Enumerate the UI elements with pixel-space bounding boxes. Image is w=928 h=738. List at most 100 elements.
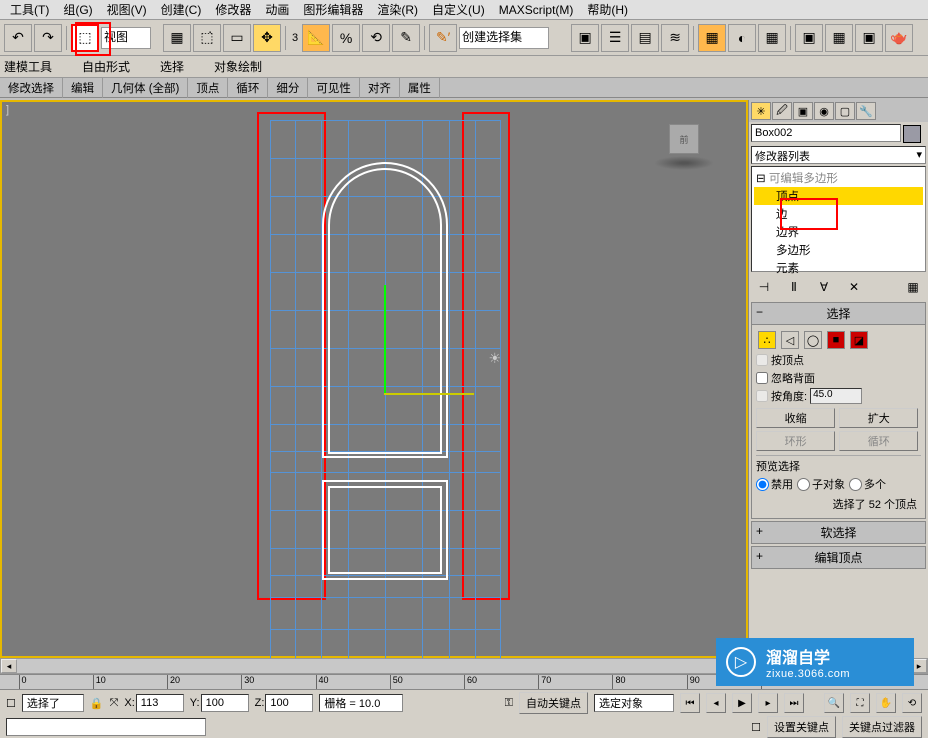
motion-tab-icon[interactable]: ◉ (814, 102, 834, 120)
object-color-swatch[interactable] (903, 125, 921, 143)
keymode-dropdown[interactable]: 选定对象 (594, 694, 674, 712)
tab-vertices[interactable]: 顶点 (188, 78, 228, 98)
rollout-edit-vertices[interactable]: 编辑顶点 (751, 546, 926, 569)
ribbon-object-paint[interactable]: 对象绘制 (214, 58, 262, 75)
scroll-left-icon[interactable]: ◂ (1, 659, 17, 673)
object-name-field[interactable] (751, 124, 901, 142)
menu-group[interactable]: 组(G) (57, 0, 98, 19)
angle-spinner[interactable]: 45.0 (810, 388, 862, 404)
utilities-tab-icon[interactable]: 🔧 (856, 102, 876, 120)
configure-mod-icon[interactable]: ▦ (904, 278, 922, 296)
modify-tab-icon[interactable]: 🖉 (772, 102, 792, 120)
element-icon[interactable]: ◪ (850, 331, 868, 349)
tab-edit[interactable]: 编辑 (63, 78, 103, 98)
prev-frame-icon[interactable]: ◂ (706, 693, 726, 713)
set-key-button[interactable]: 设置关键点 (767, 716, 836, 738)
select-move-button[interactable]: ✥ (253, 24, 281, 52)
pin-stack-icon[interactable]: ⊣ (755, 278, 773, 296)
menu-help[interactable]: 帮助(H) (581, 0, 634, 19)
rollout-selection-header[interactable]: 选择 (752, 303, 925, 325)
goto-end-icon[interactable]: ⏭ (784, 693, 804, 713)
schematic-view-button[interactable]: ▦ (698, 24, 726, 52)
x-coord-field[interactable]: 113 (136, 694, 184, 712)
z-coord-field[interactable]: 100 (265, 694, 313, 712)
modifier-list-dropdown[interactable]: 修改器列表▾ (751, 146, 926, 164)
goto-start-icon[interactable]: ⏮ (680, 693, 700, 713)
menu-rendering[interactable]: 渲染(R) (371, 0, 424, 19)
shrink-button[interactable]: 收缩 (756, 408, 835, 428)
select-name-button[interactable]: ▦ (163, 24, 191, 52)
grow-button[interactable]: 扩大 (839, 408, 918, 428)
auto-key-button[interactable]: 自动关键点 (519, 692, 588, 714)
preview-multi-radio[interactable] (849, 478, 862, 491)
menu-modifiers[interactable]: 修改器 (209, 0, 257, 19)
display-tab-icon[interactable]: ▢ (835, 102, 855, 120)
layers-button[interactable]: ☰ (601, 24, 629, 52)
menu-view[interactable]: 视图(V) (101, 0, 153, 19)
tab-align[interactable]: 对齐 (360, 78, 400, 98)
edit-named-sel-button[interactable]: ✎ (392, 24, 420, 52)
y-coord-field[interactable]: 100 (201, 694, 249, 712)
undo-button[interactable]: ↶ (4, 24, 32, 52)
preview-subobj-radio[interactable] (797, 478, 810, 491)
gizmo-y-axis[interactable] (384, 285, 386, 395)
orbit-icon[interactable]: ⟲ (902, 693, 922, 713)
spinner-snap-button[interactable]: ⟲ (362, 24, 390, 52)
xform-icon[interactable]: ⤧ (110, 697, 119, 710)
tab-subdivision[interactable]: 细分 (268, 78, 308, 98)
key-filters-button[interactable]: 关键点过滤器 (842, 716, 922, 738)
edge-icon[interactable]: ◁ (781, 331, 799, 349)
menu-graph-editors[interactable]: 图形编辑器 (297, 0, 369, 19)
teapot-button[interactable]: 🫖 (885, 24, 913, 52)
polygon-icon[interactable]: ■ (827, 331, 845, 349)
gizmo-x-axis[interactable] (384, 393, 474, 395)
pan-icon[interactable]: ✋ (876, 693, 896, 713)
lock-icon[interactable]: 🔒 (90, 697, 104, 710)
modifier-stack[interactable]: ⊟ 可编辑多边形 顶点 边 边界 多边形 元素 (751, 166, 926, 272)
tab-loops[interactable]: 循环 (228, 78, 268, 98)
render-setup-button[interactable]: ▦ (758, 24, 786, 52)
vertex-icon[interactable]: ∴ (758, 331, 776, 349)
make-unique-icon[interactable]: ∀ (815, 278, 833, 296)
render-preset-button[interactable]: ▣ (855, 24, 883, 52)
next-frame-icon[interactable]: ▸ (758, 693, 778, 713)
ignore-backfacing-checkbox[interactable] (756, 372, 768, 384)
named-sel-dropdown[interactable]: 创建选择集 (459, 27, 549, 49)
angle-snap-button[interactable]: 📐 (302, 24, 330, 52)
key-icon[interactable]: ⚿ (505, 697, 513, 710)
window-crossing-button[interactable]: ▭ (223, 24, 251, 52)
play-icon[interactable]: ▶ (732, 693, 752, 713)
select-region-button[interactable]: ⬚̇ (193, 24, 221, 52)
ribbon-selection[interactable]: 选择 (160, 58, 184, 75)
show-end-result-icon[interactable]: Ⅱ (785, 278, 803, 296)
viewcube-front-face[interactable]: 前 (669, 124, 699, 154)
ribbon-freeform[interactable]: 自由形式 (82, 58, 130, 75)
viewcube[interactable]: 前 (662, 120, 706, 164)
tab-properties[interactable]: 属性 (400, 78, 440, 98)
tab-modify-selection[interactable]: 修改选择 (0, 78, 63, 98)
mirror-button[interactable]: ✎′ (429, 24, 457, 52)
tab-geometry-all[interactable]: 几何体 (全部) (103, 78, 188, 98)
border-icon[interactable]: ◯ (804, 331, 822, 349)
menu-create[interactable]: 创建(C) (155, 0, 208, 19)
zoom-all-icon[interactable]: ⛶ (850, 693, 870, 713)
redo-button[interactable]: ↷ (34, 24, 62, 52)
preview-disable-radio[interactable] (756, 478, 769, 491)
align-button[interactable]: ▣ (571, 24, 599, 52)
remove-mod-icon[interactable]: ✕ (845, 278, 863, 296)
rollout-soft-selection[interactable]: 软选择 (751, 521, 926, 544)
hierarchy-tab-icon[interactable]: ▣ (793, 102, 813, 120)
layer-manager-button[interactable]: ▤ (631, 24, 659, 52)
viewport-front[interactable]: ] (0, 100, 748, 658)
menu-customize[interactable]: 自定义(U) (426, 0, 491, 19)
menu-tools[interactable]: 工具(T) (4, 0, 55, 19)
mod-editable-poly[interactable]: ⊟ 可编辑多边形 (754, 169, 923, 187)
subobj-polygon[interactable]: 多边形 (754, 241, 923, 259)
quick-render-button[interactable]: ▦ (825, 24, 853, 52)
ribbon-modeling[interactable]: 建模工具 (4, 58, 52, 75)
menu-maxscript[interactable]: MAXScript(M) (493, 2, 580, 18)
percent-snap-button[interactable]: % (332, 24, 360, 52)
tab-visibility[interactable]: 可见性 (308, 78, 360, 98)
render-frame-button[interactable]: ▣ (795, 24, 823, 52)
create-tab-icon[interactable]: ✳ (751, 102, 771, 120)
